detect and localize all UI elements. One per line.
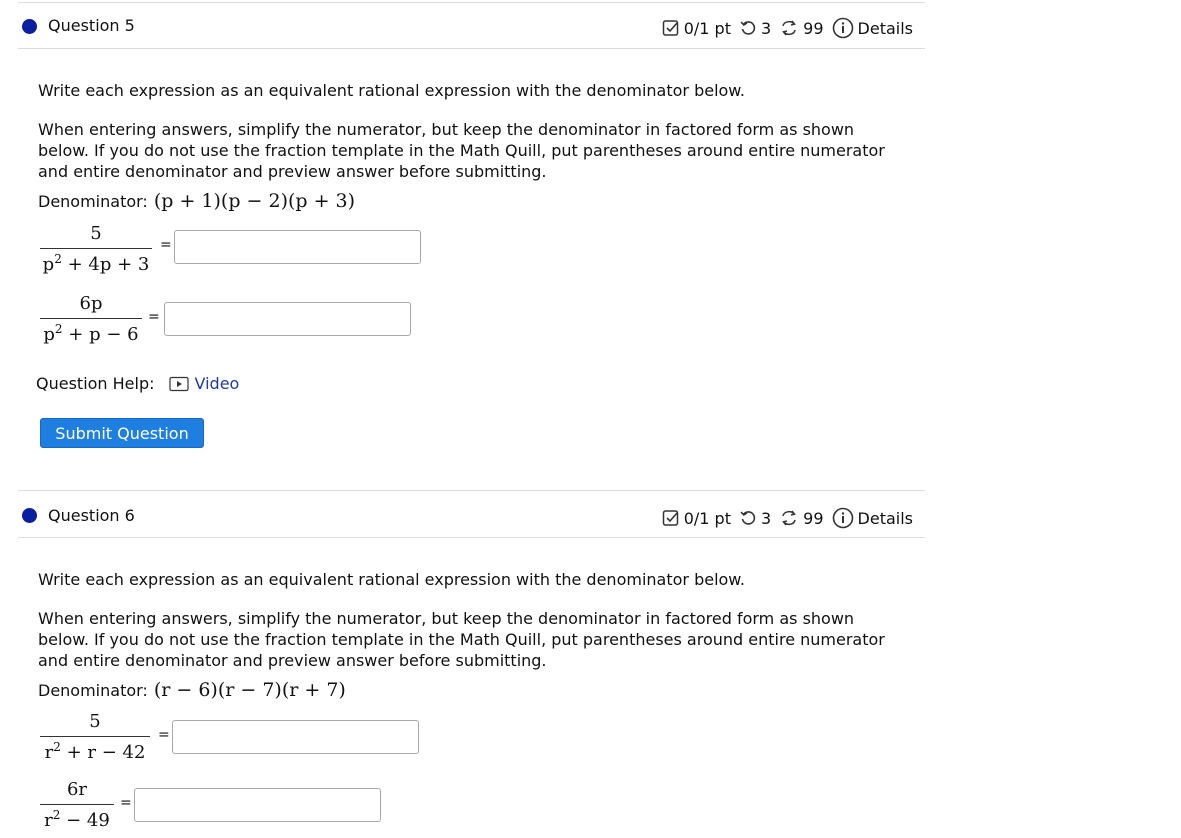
fraction-denominator: p2 + 4p + 3 — [42, 252, 150, 275]
attempts-icon — [779, 509, 799, 527]
video-label: Video — [194, 374, 240, 393]
fraction-1: 5 p2 + 4p + 3 — [40, 223, 152, 275]
answer-input-2[interactable] — [164, 302, 411, 336]
attempts-icon — [779, 19, 799, 37]
denominator-line: Denominator: (p + 1)(p − 2)(p + 3) — [38, 190, 355, 212]
equals-sign: = — [158, 727, 170, 743]
question-status-dot — [22, 508, 37, 523]
retry-count: 3 — [760, 508, 772, 528]
denominator-line: Denominator: (r − 6)(r − 7)(r + 7) — [38, 679, 346, 701]
denominator-label: Denominator: — [38, 681, 148, 700]
retry-icon — [739, 509, 757, 527]
question-instructions: When entering answers, simplify the nume… — [38, 609, 885, 670]
score-group: 0/1 pt — [662, 509, 731, 528]
fraction-numerator: 6r — [66, 779, 88, 800]
info-icon — [832, 507, 854, 529]
fraction-2: 6p p2 + p − 6 — [40, 293, 142, 345]
fraction-2: 6r r2 − 49 — [40, 779, 114, 831]
score-text: 0/1 pt — [683, 18, 731, 38]
attempts-count: 99 — [803, 18, 824, 38]
score-text: 0/1 pt — [683, 508, 731, 528]
equals-sign: = — [120, 795, 132, 811]
retry-count: 3 — [760, 18, 772, 38]
denominator-expression: (p + 1)(p − 2)(p + 3) — [153, 190, 356, 212]
question-prompt: Write each expression as an equivalent r… — [38, 81, 745, 100]
attempts-count: 99 — [803, 508, 824, 528]
fraction-denominator: r2 + r − 42 — [44, 740, 146, 763]
fraction-numerator: 6p — [79, 293, 103, 314]
question-help-label: Question Help: — [36, 374, 155, 393]
fraction-denominator: r2 − 49 — [44, 808, 110, 831]
details-link[interactable]: Details — [832, 17, 913, 39]
question-instructions: When entering answers, simplify the nume… — [38, 120, 885, 181]
checkbox-icon — [662, 19, 680, 37]
equals-sign: = — [148, 309, 160, 325]
attempts-group: 99 — [779, 508, 824, 528]
question-meta: 0/1 pt 3 99 Details — [662, 17, 913, 39]
question-title: Question 6 — [48, 506, 135, 525]
retry-group: 3 — [739, 509, 771, 528]
denominator-label: Denominator: — [38, 192, 148, 211]
answer-input-2[interactable] — [134, 788, 381, 822]
header-divider — [18, 48, 925, 49]
checkbox-icon — [662, 509, 680, 527]
retry-group: 3 — [739, 19, 771, 38]
answer-input-1[interactable] — [172, 720, 419, 754]
header-divider — [18, 537, 925, 538]
retry-icon — [739, 19, 757, 37]
denominator-expression: (r − 6)(r − 7)(r + 7) — [153, 679, 346, 701]
details-link[interactable]: Details — [832, 507, 913, 529]
question-status-dot — [22, 19, 37, 34]
answer-input-1[interactable] — [174, 230, 421, 264]
details-label: Details — [857, 18, 913, 38]
question-help: Question Help: Video — [36, 374, 239, 393]
fraction-1: 5 r2 + r − 42 — [40, 711, 150, 763]
play-icon — [168, 376, 189, 392]
info-icon — [832, 17, 854, 39]
fraction-numerator: 5 — [89, 711, 101, 732]
submit-question-button[interactable]: Submit Question — [40, 418, 204, 448]
question-meta: 0/1 pt 3 99 Details — [662, 507, 913, 529]
question-prompt: Write each expression as an equivalent r… — [38, 570, 745, 589]
top-divider — [18, 2, 925, 3]
details-label: Details — [857, 508, 913, 528]
question-title: Question 5 — [48, 16, 135, 35]
fraction-denominator: p2 + p − 6 — [43, 322, 139, 345]
equals-sign: = — [160, 237, 172, 253]
score-group: 0/1 pt — [662, 19, 731, 38]
attempts-group: 99 — [779, 18, 824, 38]
fraction-numerator: 5 — [90, 223, 102, 244]
video-link[interactable]: Video — [168, 374, 240, 393]
top-divider — [18, 490, 925, 491]
